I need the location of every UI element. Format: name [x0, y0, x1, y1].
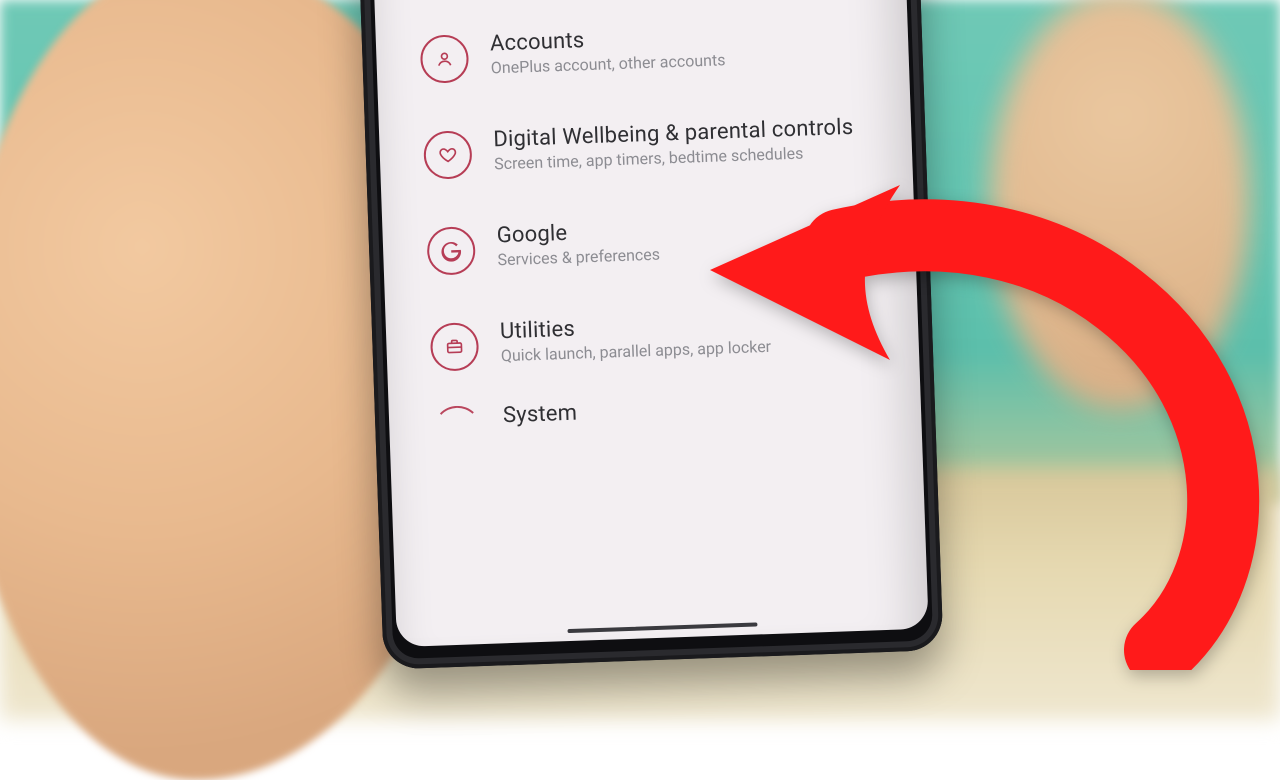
phone-device: Accounts OnePlus account, other accounts…	[357, 0, 944, 670]
settings-list[interactable]: Accounts OnePlus account, other accounts…	[371, 0, 929, 647]
phone-screen[interactable]: Accounts OnePlus account, other accounts…	[371, 0, 929, 647]
heart-icon	[423, 130, 473, 180]
hand-right	[990, 0, 1250, 410]
settings-item-title: Google	[496, 218, 659, 249]
settings-item-digital-wellbeing[interactable]: Digital Wellbeing & parental controls Sc…	[378, 91, 913, 206]
settings-item-utilities[interactable]: Utilities Quick launch, parallel apps, a…	[385, 283, 920, 398]
google-icon	[426, 226, 476, 276]
gear-icon	[433, 404, 482, 430]
settings-item-subtitle: Services & preferences	[497, 245, 660, 270]
settings-item-google[interactable]: Google Services & preferences	[382, 187, 917, 302]
user-icon	[420, 34, 470, 84]
briefcase-icon	[430, 322, 480, 372]
settings-item-title: System	[503, 401, 578, 429]
